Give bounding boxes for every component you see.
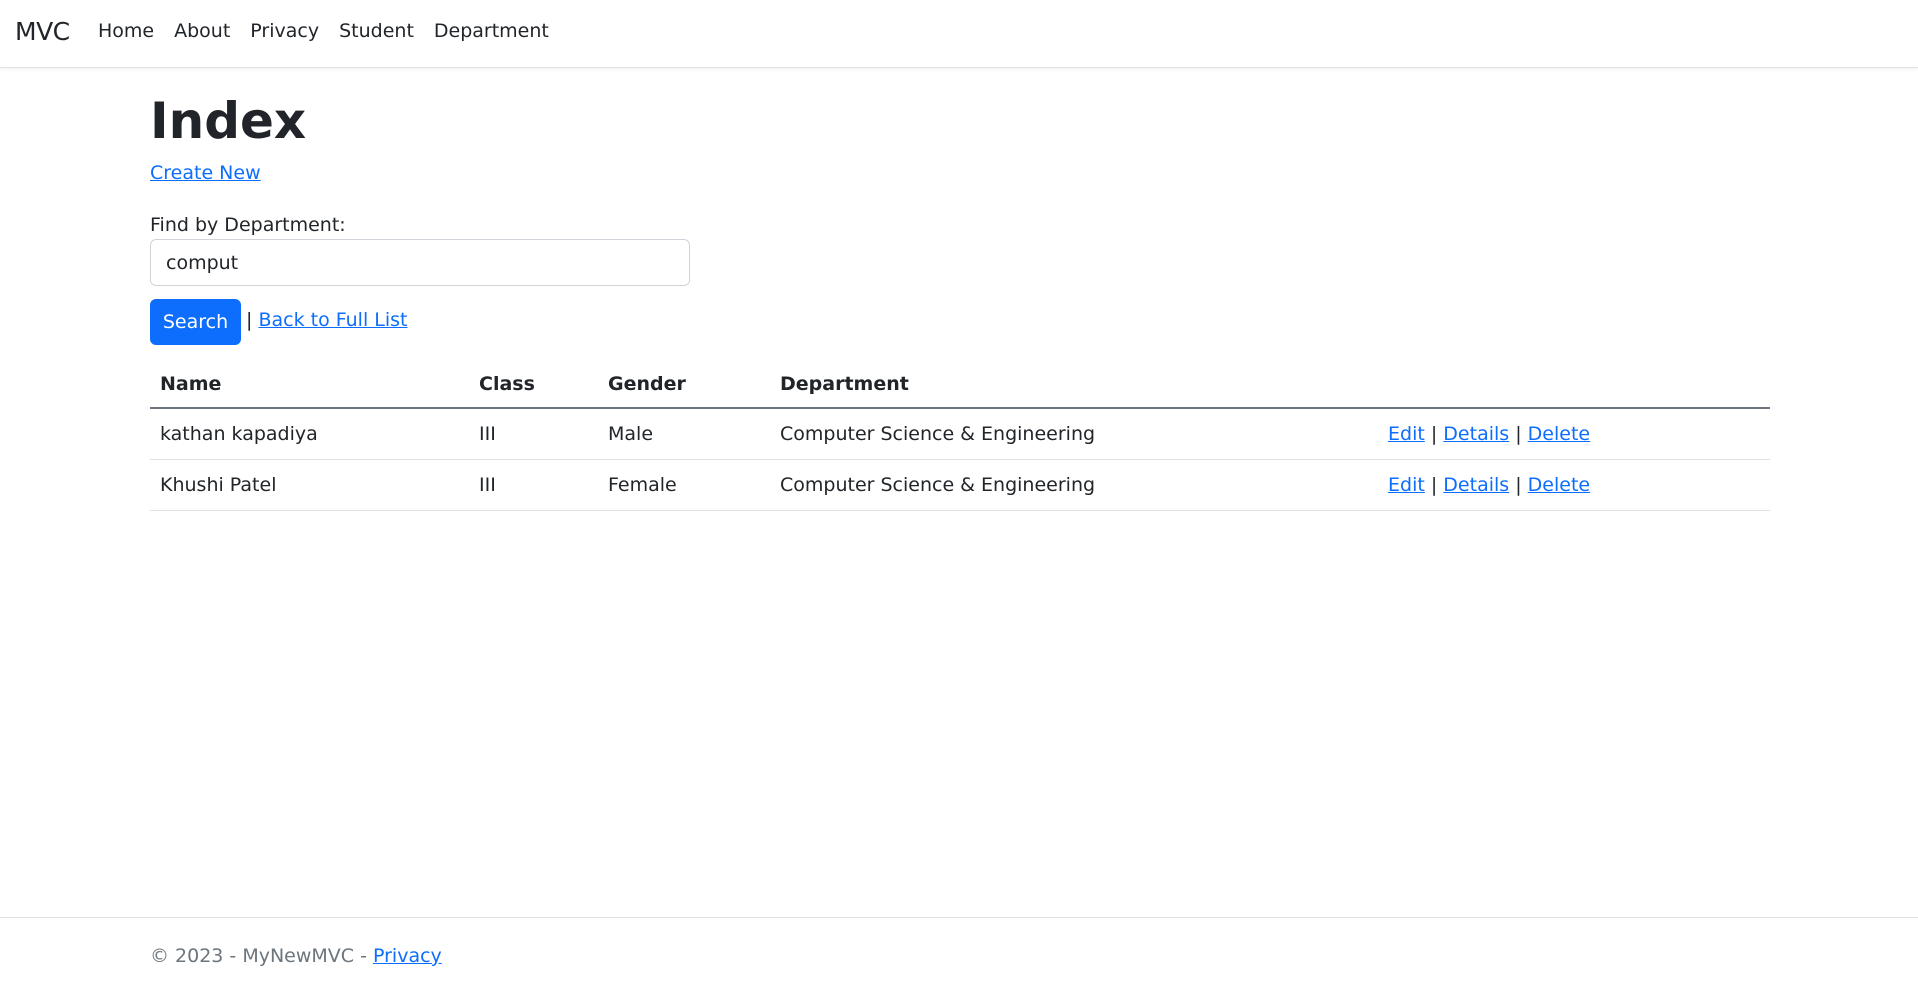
delete-link[interactable]: Delete [1528, 474, 1590, 496]
header-department: Department [770, 360, 1378, 409]
delete-link[interactable]: Delete [1528, 423, 1590, 445]
header-name: Name [150, 360, 469, 409]
separator: | [246, 309, 253, 331]
header-class: Class [469, 360, 598, 409]
find-by-department-label: Find by Department: [150, 214, 346, 236]
nav-about[interactable]: About [174, 20, 230, 42]
details-link[interactable]: Details [1443, 423, 1509, 445]
nav-home[interactable]: Home [98, 20, 154, 42]
back-to-full-list-link[interactable]: Back to Full List [258, 309, 407, 331]
cell-department: Computer Science & Engineering [770, 408, 1378, 460]
cell-department: Computer Science & Engineering [770, 459, 1378, 511]
action-separator: | [1515, 422, 1522, 445]
cell-name: kathan kapadiya [150, 408, 469, 460]
cell-class: III [469, 408, 598, 460]
department-search-input[interactable] [150, 239, 690, 286]
brand-link[interactable]: MVC [15, 17, 70, 46]
footer-privacy-link[interactable]: Privacy [373, 945, 442, 967]
details-link[interactable]: Details [1443, 474, 1509, 496]
action-separator: | [1515, 473, 1522, 496]
nav-privacy[interactable]: Privacy [250, 20, 319, 42]
nav-department[interactable]: Department [434, 20, 549, 42]
action-separator: | [1430, 422, 1438, 445]
table-row: kathan kapadiya III Male Computer Scienc… [150, 408, 1770, 460]
nav-links: Home About Privacy Student Department [98, 20, 569, 42]
top-navbar: MVC Home About Privacy Student Departmen… [0, 0, 1918, 68]
header-actions [1378, 360, 1770, 409]
edit-link[interactable]: Edit [1388, 423, 1425, 445]
nav-student[interactable]: Student [339, 20, 414, 42]
search-button[interactable]: Search [150, 299, 241, 345]
cell-gender: Female [598, 459, 770, 511]
header-gender: Gender [598, 360, 770, 409]
copyright-text: © 2023 - MyNewMVC - [150, 945, 373, 967]
cell-actions: Edit | Details | Delete [1378, 459, 1770, 511]
cell-name: Khushi Patel [150, 459, 469, 511]
page-footer: © 2023 - MyNewMVC - Privacy [0, 917, 1918, 992]
footer-text: © 2023 - MyNewMVC - Privacy [150, 945, 442, 967]
edit-link[interactable]: Edit [1388, 474, 1425, 496]
cell-gender: Male [598, 408, 770, 460]
create-new-link[interactable]: Create New [150, 162, 261, 184]
cell-actions: Edit | Details | Delete [1378, 408, 1770, 460]
back-link-group: | Back to Full List [246, 309, 407, 331]
cell-class: III [469, 459, 598, 511]
table-header-row: Name Class Gender Department [150, 360, 1770, 409]
page-title: Index [150, 92, 307, 150]
students-table: Name Class Gender Department kathan kapa… [150, 360, 1770, 511]
action-separator: | [1430, 473, 1438, 496]
table-row: Khushi Patel III Female Computer Science… [150, 459, 1770, 511]
